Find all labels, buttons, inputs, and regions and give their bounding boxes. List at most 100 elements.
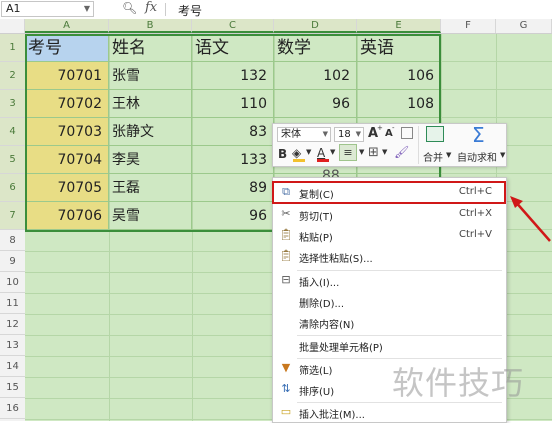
menu-item-paste-special[interactable]: 📋︎ 选择性粘贴(S)...: [273, 246, 506, 267]
paste-icon: 📋︎: [279, 228, 293, 241]
copy-icon: ⧉: [282, 185, 290, 198]
header-cell[interactable]: 英语: [357, 34, 441, 62]
grow-font-icon: +: [377, 124, 383, 132]
header-cell[interactable]: 考号: [25, 34, 109, 62]
chevron-down-icon[interactable]: ▼: [84, 2, 90, 16]
header-cell[interactable]: 姓名: [109, 34, 192, 62]
watermark: 软件技巧: [392, 364, 525, 402]
merge-button-label[interactable]: 合并: [423, 149, 443, 164]
menu-item-insert-comment[interactable]: ▭ 插入批注(M)...: [273, 402, 506, 423]
table-cell[interactable]: 李昊: [109, 146, 192, 174]
row-header-3[interactable]: 3: [0, 90, 25, 118]
row-header-10[interactable]: 10: [0, 272, 25, 293]
menu-item-paste[interactable]: 📋︎ 粘贴(P) Ctrl+V: [273, 225, 506, 246]
table-cell[interactable]: 70701: [25, 62, 109, 90]
header-cell[interactable]: 语文: [192, 34, 274, 62]
menu-item-label: 插入批注(M)...: [299, 410, 365, 421]
table-cell[interactable]: 89: [192, 174, 274, 202]
row-header-12[interactable]: 12: [0, 314, 25, 335]
chevron-down-icon[interactable]: ▼: [330, 148, 335, 156]
column-header-e[interactable]: E: [357, 19, 441, 33]
format-painter-icon[interactable]: 🖌︎: [394, 145, 409, 159]
table-cell[interactable]: 133: [192, 146, 274, 174]
chevron-down-icon[interactable]: ▼: [446, 151, 451, 159]
shrink-font-icon: -: [392, 124, 395, 132]
menu-item-cut[interactable]: ✂ 剪切(T) Ctrl+X: [273, 204, 506, 225]
chevron-down-icon[interactable]: ▼: [382, 148, 387, 156]
row-header-8[interactable]: 8: [0, 230, 25, 251]
insert-icon: ⊟: [281, 273, 291, 286]
table-cell[interactable]: 70702: [25, 90, 109, 118]
table-cell[interactable]: 110: [192, 90, 274, 118]
table-cell[interactable]: 70705: [25, 174, 109, 202]
autosum-button-label[interactable]: 自动求和: [457, 149, 497, 164]
table-cell[interactable]: 张静文: [109, 118, 192, 146]
name-box[interactable]: A1 ▼: [1, 1, 94, 17]
autosum-icon[interactable]: Σ: [472, 123, 485, 147]
mini-toolbar: 宋体 ▼ 18 ▼ A + A - B ◈ ▼ A ▼ ≡ ▼ ⊞ ▼ 🖌︎ 合并 …: [272, 123, 507, 167]
row-header-15[interactable]: 15: [0, 377, 25, 398]
row-header-column: 1 2 3 4 5 6 7 8 9 10 11 12 13 14 15 16: [0, 34, 26, 421]
font-size-select[interactable]: 18 ▼: [334, 127, 364, 142]
formula-bar: A1 ▼ 🔍︎ fx 考号: [0, 0, 552, 20]
row-header-2[interactable]: 2: [0, 62, 25, 90]
table-cell[interactable]: 96: [192, 202, 274, 230]
menu-item-label: 批量处理单元格(P): [299, 343, 383, 354]
menu-item-delete[interactable]: 删除(D)...: [273, 291, 506, 312]
table-cell[interactable]: 张雪: [109, 62, 192, 90]
row-header-7[interactable]: 7: [0, 202, 25, 230]
chevron-down-icon[interactable]: ▼: [500, 151, 505, 159]
menu-item-batch-process[interactable]: 批量处理单元格(P): [273, 335, 506, 356]
row-header-4[interactable]: 4: [0, 118, 25, 146]
table-cell[interactable]: 70703: [25, 118, 109, 146]
column-header-f[interactable]: F: [441, 19, 496, 33]
table-cell[interactable]: 108: [357, 90, 441, 118]
fill-color-icon[interactable]: ◈: [292, 146, 301, 160]
font-color-button[interactable]: A: [317, 146, 325, 160]
row-header-6[interactable]: 6: [0, 174, 25, 202]
bold-button[interactable]: B: [278, 147, 287, 161]
column-header-a[interactable]: A: [25, 19, 109, 33]
row-header-13[interactable]: 13: [0, 335, 25, 356]
select-all-corner[interactable]: [0, 19, 25, 33]
table-cell[interactable]: 132: [192, 62, 274, 90]
menu-item-copy[interactable]: ⧉ 复制(C) Ctrl+C: [273, 182, 506, 203]
menu-item-clear-contents[interactable]: 清除内容(N): [273, 312, 506, 333]
row-header-11[interactable]: 11: [0, 293, 25, 314]
table-cell[interactable]: 吴雪: [109, 202, 192, 230]
table-cell[interactable]: 王磊: [109, 174, 192, 202]
font-size-value: 18: [338, 129, 351, 140]
chevron-down-icon[interactable]: ▼: [359, 148, 364, 156]
fx-icon[interactable]: fx: [145, 0, 157, 15]
row-header-9[interactable]: 9: [0, 251, 25, 272]
row-header-1[interactable]: 1: [0, 34, 25, 62]
row-header-16[interactable]: 16: [0, 398, 25, 419]
menu-item-label: 粘贴(P): [299, 233, 333, 244]
format-cells-icon[interactable]: [401, 127, 413, 139]
merge-icon[interactable]: [426, 126, 444, 142]
formula-input[interactable]: 考号: [178, 2, 202, 19]
table-cell[interactable]: 96: [274, 90, 357, 118]
borders-icon[interactable]: ⊞: [368, 145, 379, 160]
column-header-d[interactable]: D: [274, 19, 357, 33]
annotation-arrow-icon: [510, 196, 551, 242]
menu-item-label: 插入(I)...: [299, 278, 340, 289]
table-cell[interactable]: 106: [357, 62, 441, 90]
row-header-5[interactable]: 5: [0, 146, 25, 174]
table-cell[interactable]: 70706: [25, 202, 109, 230]
menu-item-insert[interactable]: ⊟ 插入(I)...: [273, 270, 506, 291]
table-cell[interactable]: 102: [274, 62, 357, 90]
column-header-b[interactable]: B: [109, 19, 192, 33]
column-header-g[interactable]: G: [496, 19, 552, 33]
font-name-select[interactable]: 宋体 ▼: [277, 127, 331, 142]
table-cell[interactable]: 70704: [25, 146, 109, 174]
align-center-icon[interactable]: ≡: [339, 144, 357, 161]
column-header-c[interactable]: C: [192, 19, 274, 33]
menu-item-shortcut: Ctrl+X: [458, 208, 492, 219]
row-header-14[interactable]: 14: [0, 356, 25, 377]
header-cell[interactable]: 数学: [274, 34, 357, 62]
chevron-down-icon[interactable]: ▼: [306, 148, 311, 156]
zoom-icon[interactable]: 🔍︎: [122, 1, 137, 15]
table-cell[interactable]: 王林: [109, 90, 192, 118]
table-cell[interactable]: 83: [192, 118, 274, 146]
